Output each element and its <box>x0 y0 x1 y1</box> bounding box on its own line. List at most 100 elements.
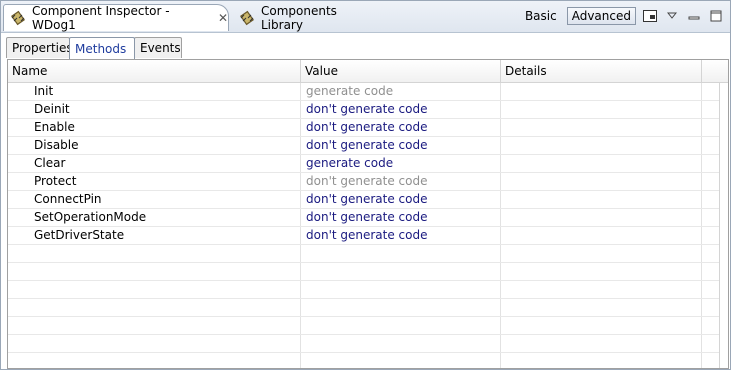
empty-table-row <box>8 335 720 353</box>
component-icon <box>10 10 26 26</box>
method-name-cell: Deinit <box>8 101 301 118</box>
table-row[interactable]: ConnectPin don't generate code <box>8 191 720 209</box>
table-row[interactable]: Init generate code <box>8 83 720 101</box>
empty-table-row <box>8 263 720 281</box>
empty-cell <box>301 281 501 298</box>
row-filler-cell <box>702 101 720 118</box>
method-name-cell: Disable <box>8 137 301 154</box>
empty-cell <box>501 263 702 280</box>
empty-cell <box>501 245 702 262</box>
empty-cell <box>702 353 720 368</box>
method-name-cell: Init <box>8 83 301 100</box>
tab-components-library-label: Components Library <box>261 3 337 32</box>
method-name-cell: ConnectPin <box>8 191 301 208</box>
method-details-cell <box>501 191 702 208</box>
row-filler-cell <box>702 173 720 190</box>
tab-methods[interactable]: Methods <box>69 37 135 59</box>
vertical-scrollbar[interactable] <box>719 83 728 368</box>
empty-cell <box>301 335 501 352</box>
row-filler-cell <box>702 227 720 244</box>
method-details-cell <box>501 173 702 190</box>
toggle-panel-icon[interactable] <box>642 8 658 24</box>
row-filler-cell <box>702 119 720 136</box>
advanced-button[interactable]: Advanced <box>566 7 636 25</box>
empty-cell <box>501 281 702 298</box>
method-value-cell[interactable]: don't generate code <box>301 209 501 226</box>
empty-cell <box>702 335 720 352</box>
row-filler-cell <box>702 191 720 208</box>
empty-cell <box>301 263 501 280</box>
empty-cell <box>501 353 702 368</box>
table-row[interactable]: Deinit don't generate code <box>8 101 720 119</box>
empty-cell <box>301 299 501 316</box>
row-filler-cell <box>702 209 720 226</box>
empty-cell <box>702 299 720 316</box>
empty-cell <box>8 317 301 334</box>
empty-cell <box>702 317 720 334</box>
table-header: Name Value Details <box>8 60 728 83</box>
component-inspector-window: Component Inspector - WDog1 ✕ Components… <box>0 0 731 370</box>
column-header-value[interactable]: Value <box>301 60 501 82</box>
column-header-name[interactable]: Name <box>8 60 301 82</box>
empty-cell <box>301 353 501 368</box>
view-toolbar: Basic Advanced <box>521 7 724 25</box>
tab-components-library[interactable]: Components Library <box>233 3 373 32</box>
tab-events[interactable]: Events <box>134 37 182 58</box>
method-value-cell[interactable]: generate code <box>301 155 501 172</box>
table-row[interactable]: Protect don't generate code <box>8 173 720 191</box>
basic-button[interactable]: Basic <box>521 7 561 25</box>
empty-cell <box>702 263 720 280</box>
method-value-cell: don't generate code <box>301 173 501 190</box>
table-row[interactable]: Disable don't generate code <box>8 137 720 155</box>
column-header-details[interactable]: Details <box>501 60 702 82</box>
empty-cell <box>301 317 501 334</box>
method-value-cell[interactable]: don't generate code <box>301 119 501 136</box>
method-value-cell[interactable]: don't generate code <box>301 191 501 208</box>
methods-table: Name Value Details Init generate code Dein… <box>7 59 729 369</box>
table-row[interactable]: SetOperationMode don't generate code <box>8 209 720 227</box>
column-header-filler <box>702 60 720 82</box>
row-filler-cell <box>702 137 720 154</box>
tab-component-inspector-label: Component Inspector - WDog1 <box>32 4 170 32</box>
row-filler-cell <box>702 155 720 172</box>
method-details-cell <box>501 227 702 244</box>
method-name-cell: SetOperationMode <box>8 209 301 226</box>
method-name-cell: Protect <box>8 173 301 190</box>
method-name-cell: Enable <box>8 119 301 136</box>
method-name-cell: GetDriverState <box>8 227 301 244</box>
method-details-cell <box>501 119 702 136</box>
empty-table-row <box>8 281 720 299</box>
method-details-cell <box>501 155 702 172</box>
empty-table-row <box>8 299 720 317</box>
empty-cell <box>301 245 501 262</box>
method-value-cell[interactable]: don't generate code <box>301 137 501 154</box>
close-icon[interactable]: ✕ <box>218 11 228 25</box>
empty-cell <box>501 317 702 334</box>
view-menu-icon[interactable] <box>664 8 680 24</box>
empty-cell <box>8 335 301 352</box>
minimize-icon[interactable] <box>686 8 702 24</box>
empty-cell <box>8 299 301 316</box>
empty-cell <box>702 245 720 262</box>
method-value-cell[interactable]: don't generate code <box>301 227 501 244</box>
table-row[interactable]: GetDriverState don't generate code <box>8 227 720 245</box>
empty-table-row <box>8 317 720 335</box>
row-filler-cell <box>702 83 720 100</box>
maximize-icon[interactable] <box>708 8 724 24</box>
tab-component-inspector[interactable]: Component Inspector - WDog1 ✕ <box>3 4 229 32</box>
method-value-cell: generate code <box>301 83 501 100</box>
empty-cell <box>702 281 720 298</box>
method-value-cell[interactable]: don't generate code <box>301 101 501 118</box>
empty-cell <box>8 245 301 262</box>
empty-table-row <box>8 245 720 263</box>
table-row[interactable]: Clear generate code <box>8 155 720 173</box>
method-details-cell <box>501 101 702 118</box>
view-tab-bar: Component Inspector - WDog1 ✕ Components… <box>1 1 730 33</box>
empty-cell <box>501 299 702 316</box>
method-details-cell <box>501 209 702 226</box>
tab-properties[interactable]: Properties <box>6 37 73 58</box>
empty-cell <box>8 353 301 368</box>
table-row[interactable]: Enable don't generate code <box>8 119 720 137</box>
empty-cell <box>501 335 702 352</box>
empty-table-row <box>8 353 720 368</box>
